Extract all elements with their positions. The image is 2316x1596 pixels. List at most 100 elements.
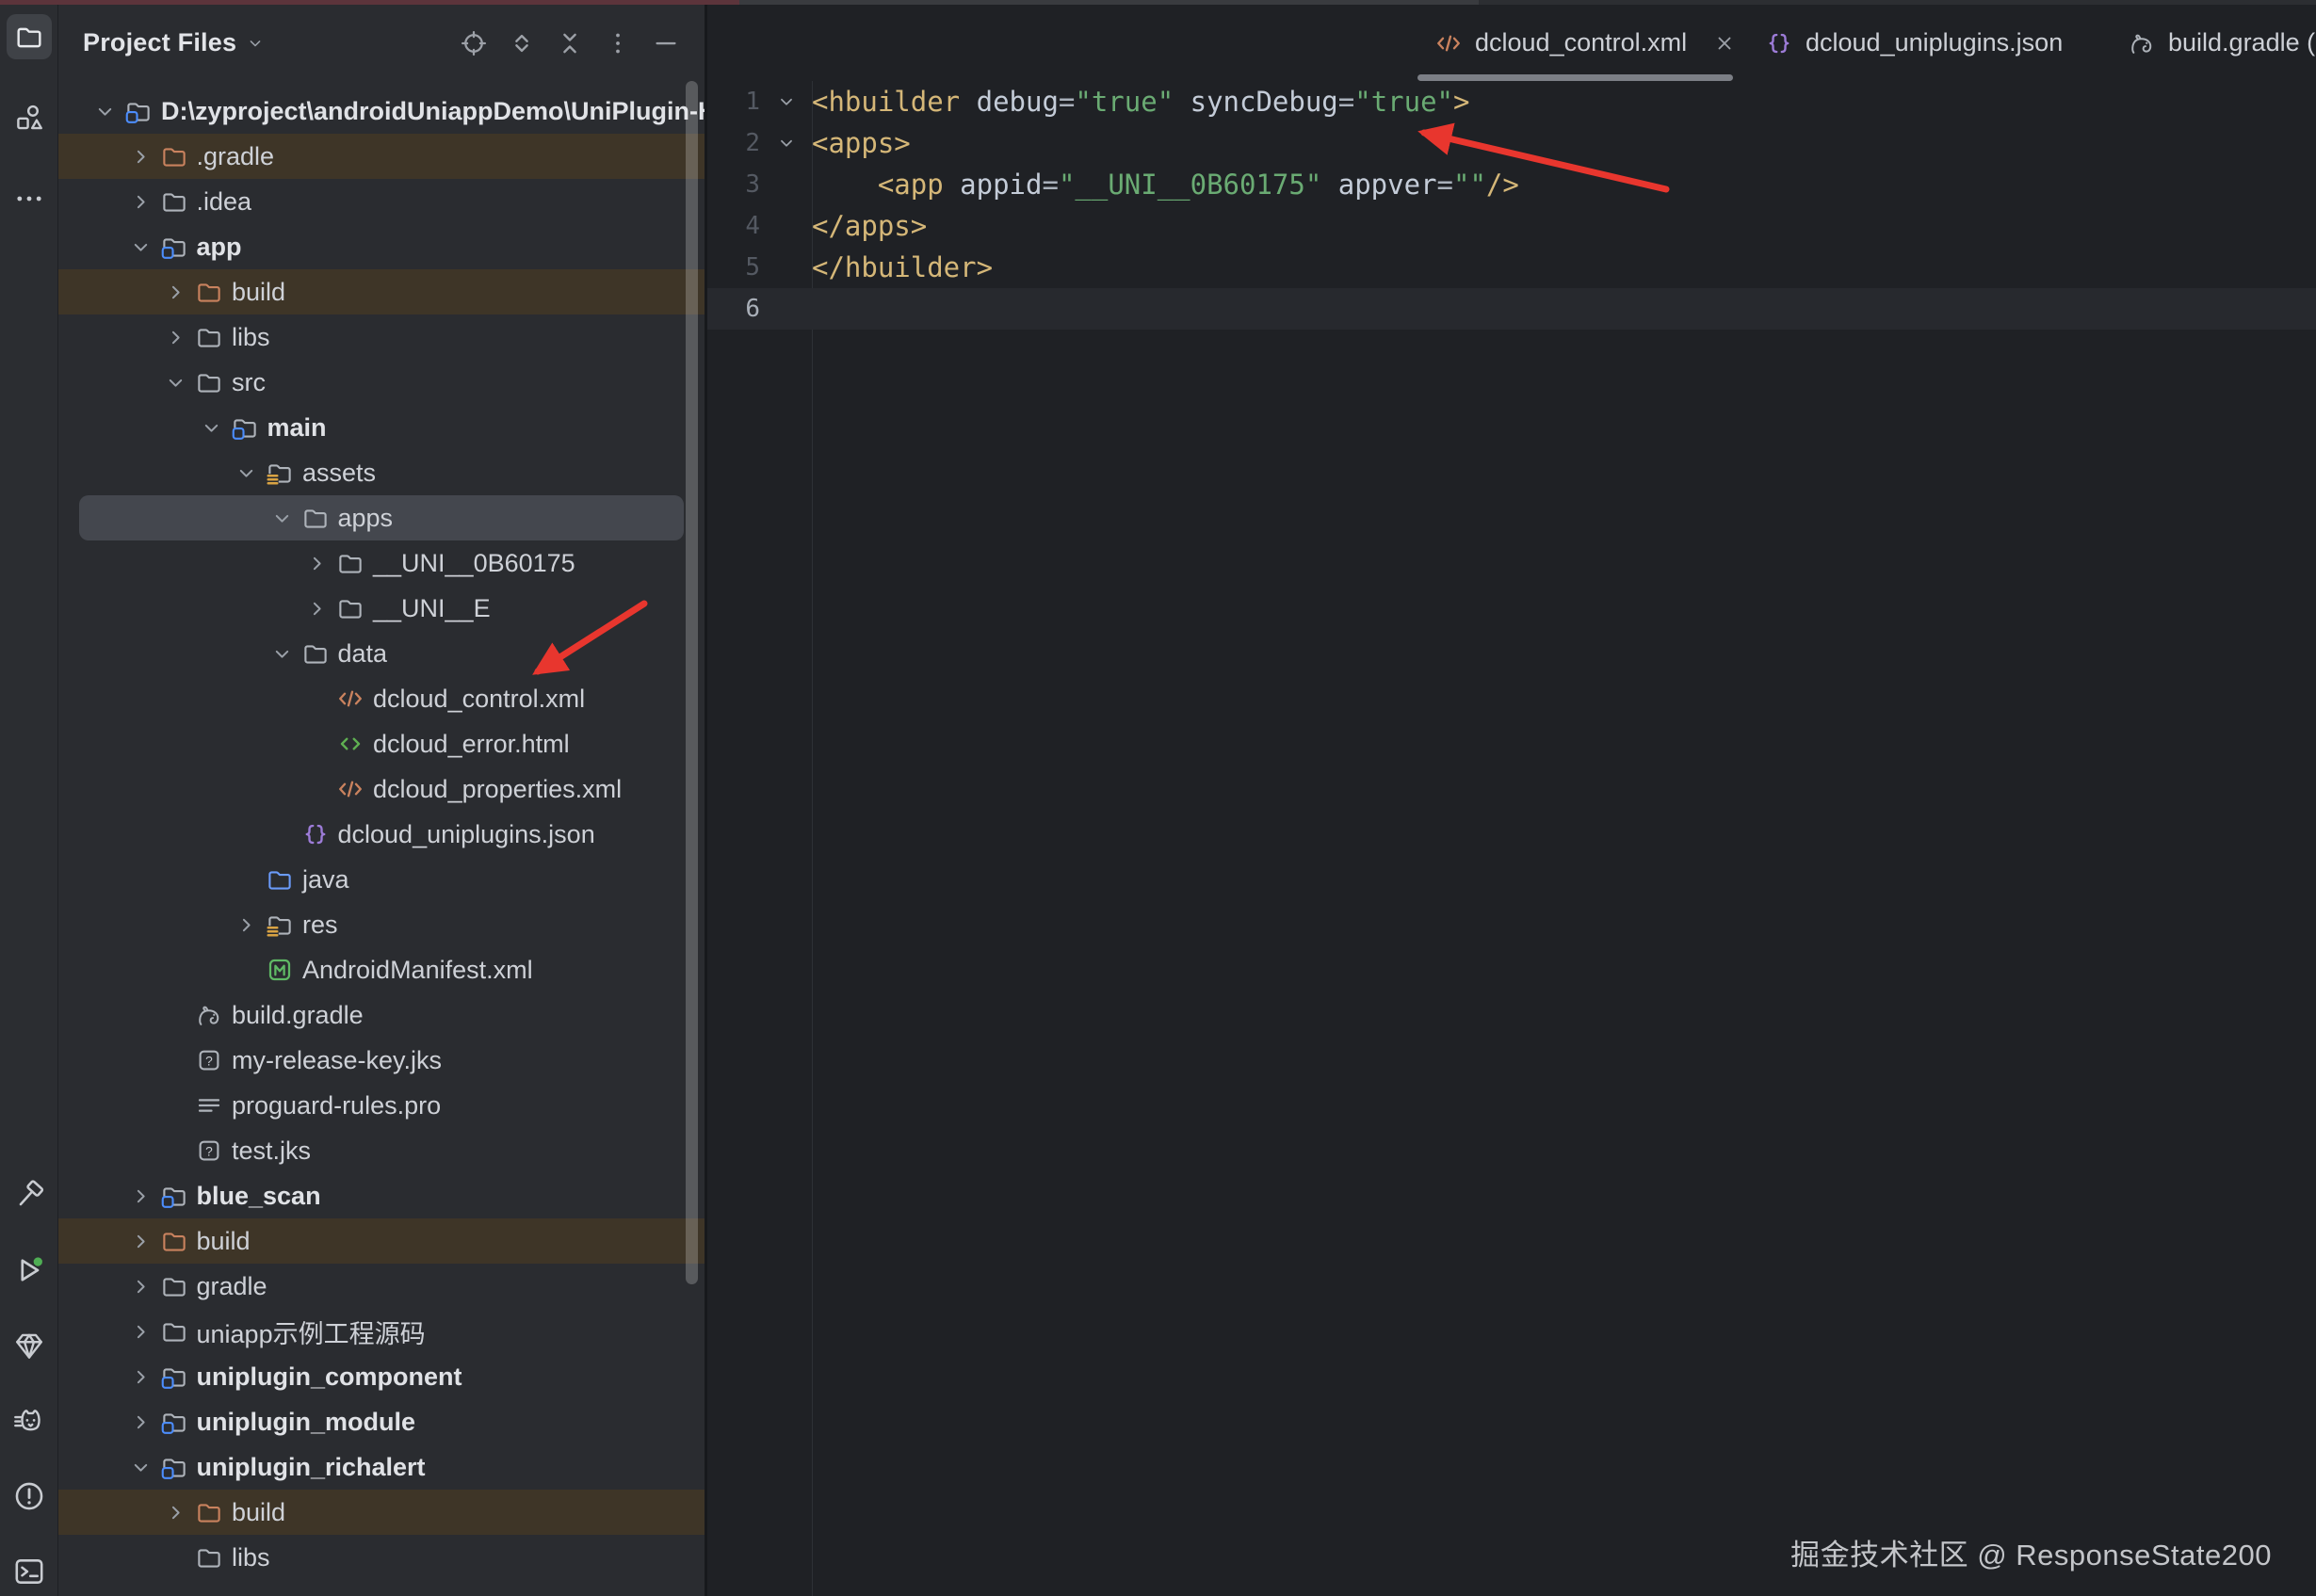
chevron-spacer [164, 1093, 195, 1118]
chevron-right-icon[interactable] [164, 1590, 195, 1591]
tree-item-libs[interactable]: libs [58, 1535, 705, 1580]
code-editor[interactable]: 1<hbuilder debug="true" syncDebug="true"… [707, 81, 2316, 1596]
tree-item-d-zyproject-androiduniappdemo-uniplugin-he[interactable]: D:\zyproject\androidUniappDemo\UniPlugin… [58, 89, 705, 134]
run-tool-button[interactable] [12, 1253, 46, 1287]
tab-dcloud-control-xml[interactable]: dcloud_control.xml [1414, 5, 1739, 81]
tree-item-build[interactable]: build [58, 1490, 705, 1535]
chevron-down-icon[interactable] [129, 234, 160, 259]
tree-item-partial-33[interactable] [58, 1580, 705, 1591]
expand-all-button[interactable] [508, 29, 536, 57]
profiler-tool-button[interactable] [12, 1329, 46, 1362]
tree-item-gradle[interactable]: .gradle [58, 134, 705, 179]
chevron-right-icon[interactable] [164, 325, 195, 349]
problems-tool-button[interactable] [12, 1479, 46, 1513]
chevron-down-icon[interactable] [270, 641, 301, 666]
chevron-right-icon[interactable] [164, 280, 195, 304]
tree-item-assets[interactable]: assets [58, 450, 705, 495]
chevron-down-icon[interactable] [235, 460, 266, 485]
tree-item-uniplugin-richalert[interactable]: uniplugin_richalert [58, 1444, 705, 1490]
chevron-right-icon[interactable] [235, 912, 266, 937]
chevron-right-icon[interactable] [129, 144, 160, 169]
code-line-2[interactable]: 2<apps> [707, 122, 2316, 164]
chevron-right-icon[interactable] [305, 596, 336, 621]
chevron-down-icon[interactable] [129, 1455, 160, 1479]
tree-item-build[interactable]: build [58, 1218, 705, 1264]
line-number: 4 [707, 212, 760, 240]
code-line-3[interactable]: 3 <app appid="__UNI__0B60175" appver=""/… [707, 164, 2316, 205]
project-view-selector[interactable]: Project Files [83, 28, 236, 57]
project-panel: Project Files D:\zyproject\androidUniapp… [58, 5, 705, 1596]
tree-scrollbar[interactable] [686, 81, 698, 1284]
tree-item-uniapp示例工程源码[interactable]: uniapp示例工程源码 [58, 1309, 705, 1354]
panel-options-button[interactable] [604, 29, 632, 57]
tree-item-dcloud-properties-xml[interactable]: dcloud_properties.xml [58, 766, 705, 812]
folder-plain-icon [195, 368, 223, 396]
tree-item-java[interactable]: java [58, 857, 705, 902]
chevron-right-icon[interactable] [129, 1274, 160, 1298]
tree-item-uniplugin-component[interactable]: uniplugin_component [58, 1354, 705, 1399]
chevron-right-icon[interactable] [305, 551, 336, 575]
folder-module-icon [124, 97, 153, 125]
tree-item-dcloud-error-html[interactable]: dcloud_error.html [58, 721, 705, 766]
fold-chevron-icon[interactable] [760, 91, 812, 112]
tree-item-blue-scan[interactable]: blue_scan [58, 1173, 705, 1218]
tree-item-build[interactable]: build [58, 269, 705, 314]
chevron-right-icon[interactable] [129, 1410, 160, 1434]
tree-item-uni-e[interactable]: __UNI__E [58, 586, 705, 631]
logcat-tool-button[interactable] [12, 1404, 46, 1438]
tree-item-my-release-key-jks[interactable]: my-release-key.jks [58, 1038, 705, 1083]
chevron-right-icon[interactable] [129, 189, 160, 214]
build-tool-button[interactable] [12, 1178, 46, 1212]
tree-item-uniplugin-module[interactable]: uniplugin_module [58, 1399, 705, 1444]
folder-module-icon [160, 1182, 188, 1210]
tree-item-main[interactable]: main [58, 405, 705, 450]
tree-item-idea[interactable]: .idea [58, 179, 705, 224]
chevron-right-icon[interactable] [129, 1229, 160, 1253]
tree-item-dcloud-uniplugins-json[interactable]: dcloud_uniplugins.json [58, 812, 705, 857]
tree-item-data[interactable]: data [58, 631, 705, 676]
folder-excluded-icon [160, 142, 188, 170]
code-line-4[interactable]: 4</apps> [707, 205, 2316, 247]
code-line-6[interactable]: 6 [707, 288, 2316, 330]
terminal-tool-button[interactable] [12, 1555, 46, 1588]
tree-item-androidmanifest-xml[interactable]: AndroidManifest.xml [58, 947, 705, 992]
tree-item-label: proguard-rules.pro [232, 1091, 441, 1120]
chevron-right-icon[interactable] [129, 1184, 160, 1208]
hide-panel-button[interactable] [652, 29, 680, 57]
tree-item-test-jks[interactable]: test.jks [58, 1128, 705, 1173]
tree-item-src[interactable]: src [58, 360, 705, 405]
panel-actions [460, 5, 680, 81]
chevron-down-icon[interactable] [270, 506, 301, 530]
code-line-1[interactable]: 1<hbuilder debug="true" syncDebug="true"… [707, 81, 2316, 122]
folder-plain-icon [301, 639, 330, 668]
tree-item-dcloud-control-xml[interactable]: dcloud_control.xml [58, 676, 705, 721]
close-tab-button[interactable] [1712, 31, 1737, 56]
fold-chevron-icon[interactable] [760, 133, 812, 153]
tree-item-uni-0b60175[interactable]: __UNI__0B60175 [58, 540, 705, 586]
chevron-right-icon[interactable] [164, 1500, 195, 1524]
tab-dcloud-uniplugins-json[interactable]: dcloud_uniplugins.json [1739, 5, 2063, 81]
locate-file-button[interactable] [460, 29, 488, 57]
tree-item-label: __UNI__0B60175 [373, 549, 575, 578]
chevron-right-icon[interactable] [129, 1319, 160, 1344]
folder-plain-icon [160, 187, 188, 216]
tree-item-label: D:\zyproject\androidUniappDemo\UniPlugin… [161, 97, 705, 126]
tree-item-build-gradle[interactable]: build.gradle [58, 992, 705, 1038]
chevron-down-icon[interactable] [200, 415, 231, 440]
tree-item-libs[interactable]: libs [58, 314, 705, 360]
tree-item-res[interactable]: res [58, 902, 705, 947]
chevron-right-icon[interactable] [129, 1364, 160, 1389]
chevron-down-icon[interactable] [164, 370, 195, 395]
chevron-down-icon[interactable] [93, 99, 124, 123]
resource-manager-button[interactable] [12, 101, 46, 135]
tree-item-apps[interactable]: apps [79, 495, 684, 540]
code-line-5[interactable]: 5</hbuilder> [707, 247, 2316, 288]
project-tool-button[interactable] [7, 14, 52, 59]
tab-build-gradle-app[interactable]: build.gradle (:app) [2092, 5, 2316, 81]
tree-item-gradle[interactable]: gradle [58, 1264, 705, 1309]
tree-item-proguard-rules-pro[interactable]: proguard-rules.pro [58, 1083, 705, 1128]
tree-item-label: uniapp示例工程源码 [197, 1314, 426, 1350]
more-tool-windows-button[interactable] [12, 182, 46, 216]
collapse-all-button[interactable] [556, 29, 584, 57]
tree-item-app[interactable]: app [58, 224, 705, 269]
